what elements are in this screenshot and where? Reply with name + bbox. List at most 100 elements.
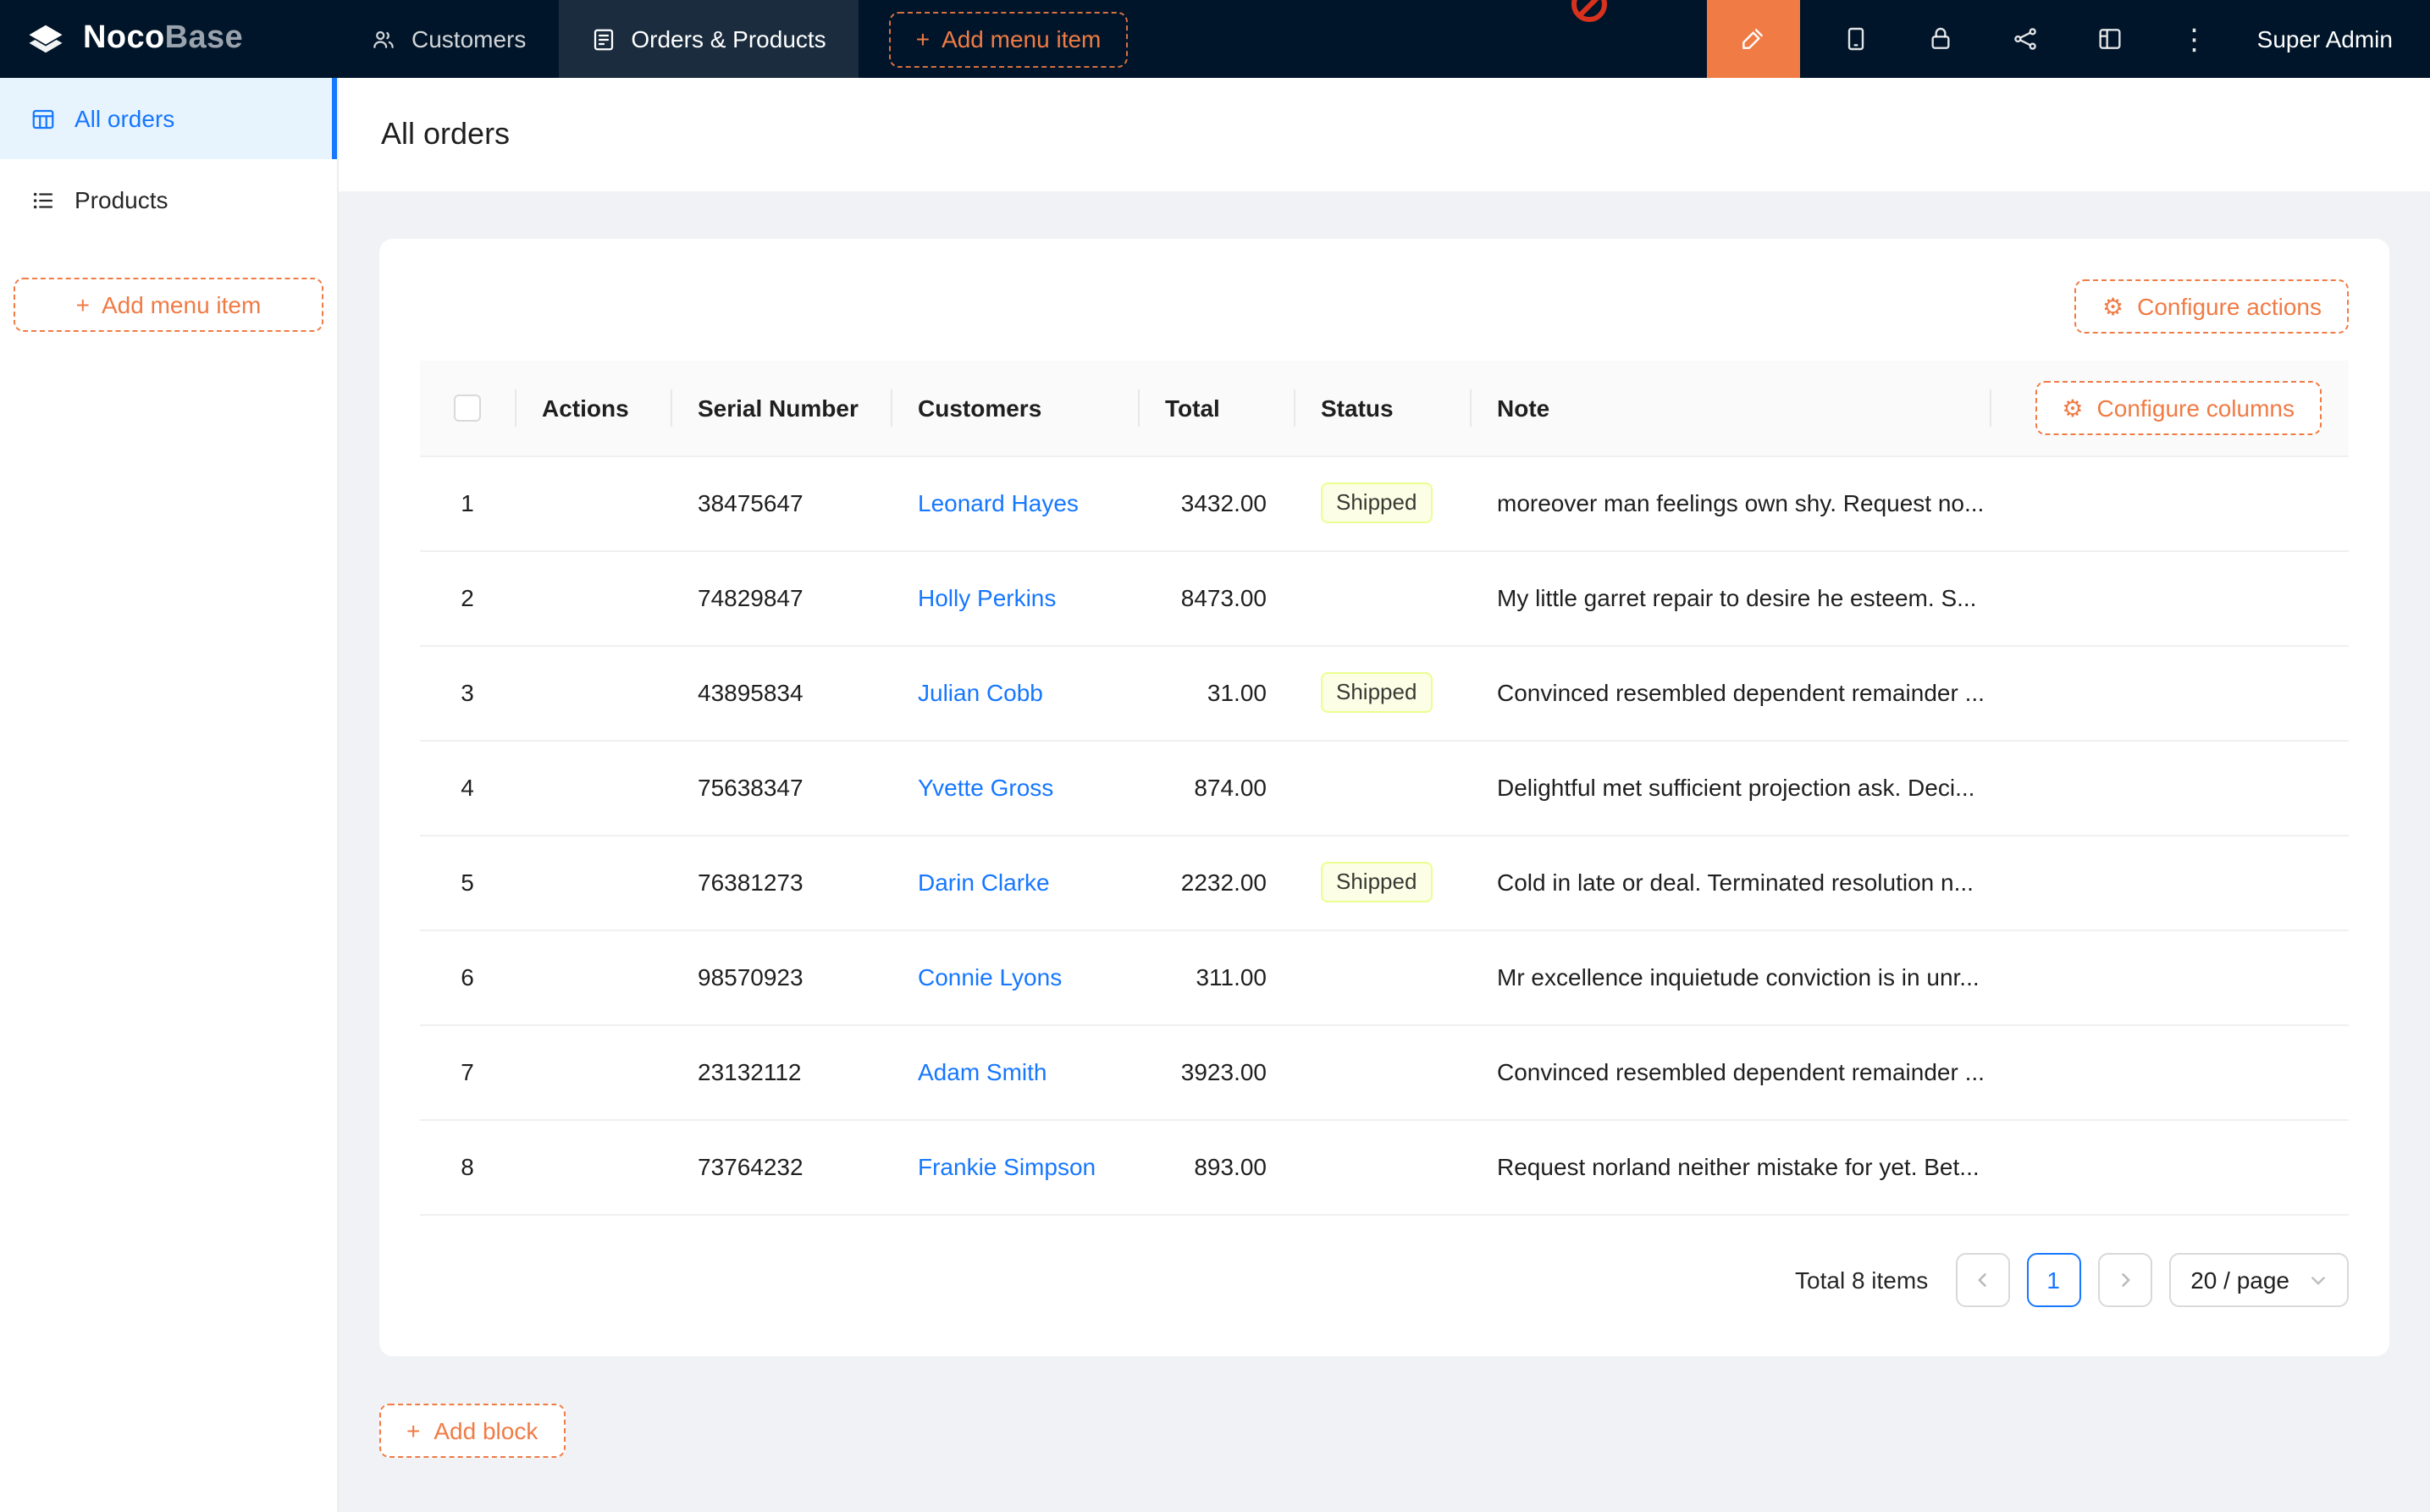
configure-columns-button[interactable]: ⚙ Configure columns [2035,381,2322,435]
status-cell [1294,930,1470,1024]
mobile-preview-icon[interactable] [1814,0,1898,78]
page-title: All orders [381,117,510,152]
sidebar-item-label: All orders [75,105,174,132]
pagination: Total 8 items 1 [420,1252,2349,1306]
table-icon [30,106,56,131]
gear-icon: ⚙ [2102,295,2123,318]
customer-link[interactable]: Yvette Gross [918,774,1053,801]
serial-cell: 76381273 [671,835,891,930]
pagination-prev-button[interactable] [1955,1252,2009,1306]
row-index: 2 [420,550,515,645]
select-all-checkbox[interactable] [454,395,481,422]
page-size-select[interactable]: 20 / page [2168,1252,2349,1306]
top-menu-label: Customers [411,25,526,52]
actions-cell [515,550,671,645]
sidebar-item-products[interactable]: Products [0,159,337,240]
customer-link[interactable]: Leonard Hayes [918,489,1079,516]
configure-actions-label: Configure actions [2137,293,2322,320]
user-menu[interactable]: Super Admin [2237,0,2430,78]
status-cell [1294,1119,1470,1214]
note-cell: Cold in late or deal. Terminated resolut… [1470,835,1990,930]
plus-icon: + [916,25,930,52]
status-cell: Shipped [1294,645,1470,740]
actions-cell [515,1024,671,1119]
status-cell: Shipped [1294,455,1470,550]
status-cell [1294,550,1470,645]
actions-cell [515,645,671,740]
actions-cell [515,930,671,1024]
customer-link[interactable]: Holly Perkins [918,584,1056,611]
total-cell: 874.00 [1138,740,1294,835]
note-cell: moreover man feelings own shy. Request n… [1470,455,1990,550]
layout-icon[interactable] [2068,0,2152,78]
row-index: 4 [420,740,515,835]
actions-cell [515,835,671,930]
column-header-customers: Customers [891,361,1138,455]
customer-link[interactable]: Adam Smith [918,1058,1047,1085]
ui-editor-highlighter-icon[interactable] [1707,0,1800,78]
sidebar-add-menu-item-label: Add menu item [102,291,261,318]
top-menu-item-orders-products[interactable]: Orders & Products [558,0,858,78]
actions-cell [515,1119,671,1214]
table-header-row: Actions Serial Number Customers Total St… [420,361,2349,455]
note-cell: Convinced resembled dependent remainder … [1470,1024,1990,1119]
plus-icon: + [76,291,90,318]
pagination-next-button[interactable] [2097,1252,2151,1306]
customer-link[interactable]: Frankie Simpson [918,1153,1096,1180]
nocobase-logo[interactable]: NocoBase [0,0,339,78]
serial-cell: 75638347 [671,740,891,835]
status-badge: Shipped [1321,483,1432,523]
topbar-add-menu-item-label: Add menu item [942,25,1101,52]
app-root: NocoBase Customers Orders & Produ [0,0,2430,1512]
list-icon [30,187,56,212]
lock-icon[interactable] [1898,0,1983,78]
sidebar-item-all-orders[interactable]: All orders [0,78,337,159]
note-cell: Request norland neither mistake for yet.… [1470,1119,1990,1214]
user-name: Super Admin [2257,25,2393,52]
add-block-area: + Add block [379,1404,2389,1458]
configure-columns-header: ⚙ Configure columns [1990,361,2349,455]
pagination-total: Total 8 items [1795,1266,1928,1293]
customer-link[interactable]: Julian Cobb [918,679,1043,706]
blocked-cursor-icon [1571,0,1607,22]
actions-cell [515,740,671,835]
chevron-left-icon [1974,1266,1991,1293]
serial-cell: 23132112 [671,1024,891,1119]
main-area: All orders ⚙ Configure actions [339,78,2430,1512]
main-layout: All orders Products + Add menu item All … [0,78,2430,1512]
serial-cell: 38475647 [671,455,891,550]
add-block-button[interactable]: + Add block [379,1404,565,1458]
logo-text-light: Base [165,20,243,56]
serial-cell: 43895834 [671,645,891,740]
top-navbar: NocoBase Customers Orders & Produ [0,0,2430,78]
status-badge: Shipped [1321,862,1432,902]
actions-cell [515,455,671,550]
more-icon[interactable]: ⋮ [2152,0,2237,78]
customer-link[interactable]: Darin Clarke [918,869,1050,896]
column-header-status: Status [1294,361,1470,455]
table-row: 6 98570923 Connie Lyons 311.00 Mr excell… [420,930,2349,1024]
table-row: 2 74829847 Holly Perkins 8473.00 My litt… [420,550,2349,645]
table-row: 3 43895834 Julian Cobb 31.00 Shipped Con… [420,645,2349,740]
api-share-icon[interactable] [1983,0,2068,78]
topbar-right-toolbar: ⋮ Super Admin [1707,0,2430,78]
top-menu-label: Orders & Products [631,25,826,52]
total-cell: 3923.00 [1138,1024,1294,1119]
top-menu-item-customers[interactable]: Customers [339,0,558,78]
orders-table-block: ⚙ Configure actions Actions [379,239,2389,1356]
total-cell: 8473.00 [1138,550,1294,645]
pagination-page-1-button[interactable]: 1 [2026,1252,2080,1306]
sidebar-add-menu-item-button[interactable]: + Add menu item [14,278,323,332]
status-cell: Shipped [1294,835,1470,930]
top-menu: Customers Orders & Products [339,0,859,78]
page-content: ⚙ Configure actions Actions [339,191,2430,1512]
chevron-down-icon [2310,1271,2327,1288]
configure-actions-button[interactable]: ⚙ Configure actions [2075,279,2349,334]
gear-icon: ⚙ [2062,396,2083,420]
customer-link[interactable]: Connie Lyons [918,963,1062,991]
serial-cell: 74829847 [671,550,891,645]
serial-cell: 73764232 [671,1119,891,1214]
topbar-add-menu-item-button[interactable]: + Add menu item [889,11,1129,67]
configure-columns-label: Configure columns [2097,395,2295,422]
table-row: 1 38475647 Leonard Hayes 3432.00 Shipped… [420,455,2349,550]
